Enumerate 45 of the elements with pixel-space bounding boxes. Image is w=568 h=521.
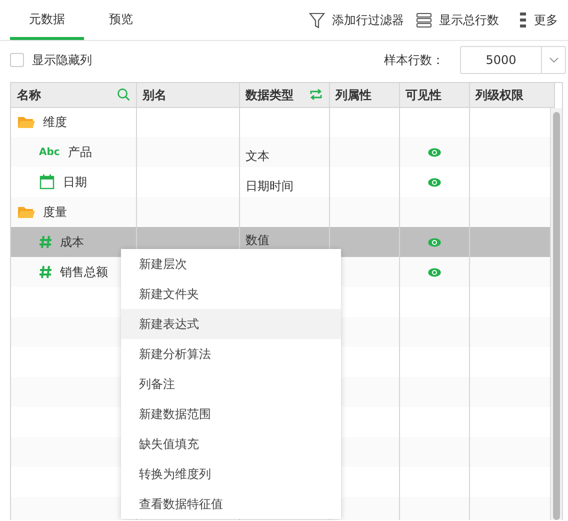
field-label: 样本行数： [384,52,444,68]
field-name[interactable]: 度量 [43,203,67,221]
abc-label: Abc [39,146,60,160]
scrollbar[interactable] [550,108,562,520]
search-icon [116,88,130,102]
toolbar-button[interactable]: 添加行过滤器 [303,0,410,40]
toolbar-button[interactable]: 显示总行数 [410,0,505,40]
menu-item[interactable]: 缺失值填充 [121,429,341,459]
column-header: 数据类型 [246,86,294,104]
data-type-text: 日期时间 [246,179,294,193]
sample-rows-select[interactable]: 5000 [460,46,566,74]
column-header: 列属性 [329,83,399,107]
menu-item[interactable]: 新建文件夹 [121,279,341,309]
more-icon [519,12,527,28]
toolbar-button[interactable]: 更多 [513,0,564,40]
field-name[interactable]: 维度 [43,113,67,132]
menu-item[interactable]: 列备注 [121,369,341,399]
field-name[interactable]: 产品 [68,143,92,161]
column-header: 名称 [17,86,41,104]
filter-icon [309,12,325,28]
menu-item[interactable]: 转换为维度列 [121,459,341,489]
checkbox-label[interactable]: 显示隐藏列 [32,50,92,68]
calendar-icon [39,174,55,190]
menu-item[interactable]: 新建表达式 [121,309,341,339]
data-type-text: 文本 [246,149,270,163]
caret-icon [548,56,558,62]
menu-item[interactable]: 查看数据特征值 [121,489,341,519]
field-name[interactable]: 成本 [60,233,84,251]
checkbox[interactable] [10,52,24,66]
tab[interactable]: 元数据 [10,0,84,40]
menu-item[interactable]: 新建层次 [121,249,341,279]
column-header: 别名 [136,83,239,107]
field-name[interactable]: 日期 [63,173,87,191]
column-header: 列级权限 [469,83,554,107]
tab[interactable]: 预览 [84,0,158,40]
hash-icon [39,265,52,279]
list-icon [416,12,432,28]
hash-icon [39,235,52,249]
column-header: 可见性 [399,83,469,107]
data-type-text: 数值 [246,233,270,247]
folder-icon [17,115,35,130]
folder-icon [17,205,35,219]
menu-item[interactable]: 新建分析算法 [121,339,341,369]
menu-item[interactable]: 新建数据范围 [121,399,341,429]
swap-icon [308,88,322,102]
